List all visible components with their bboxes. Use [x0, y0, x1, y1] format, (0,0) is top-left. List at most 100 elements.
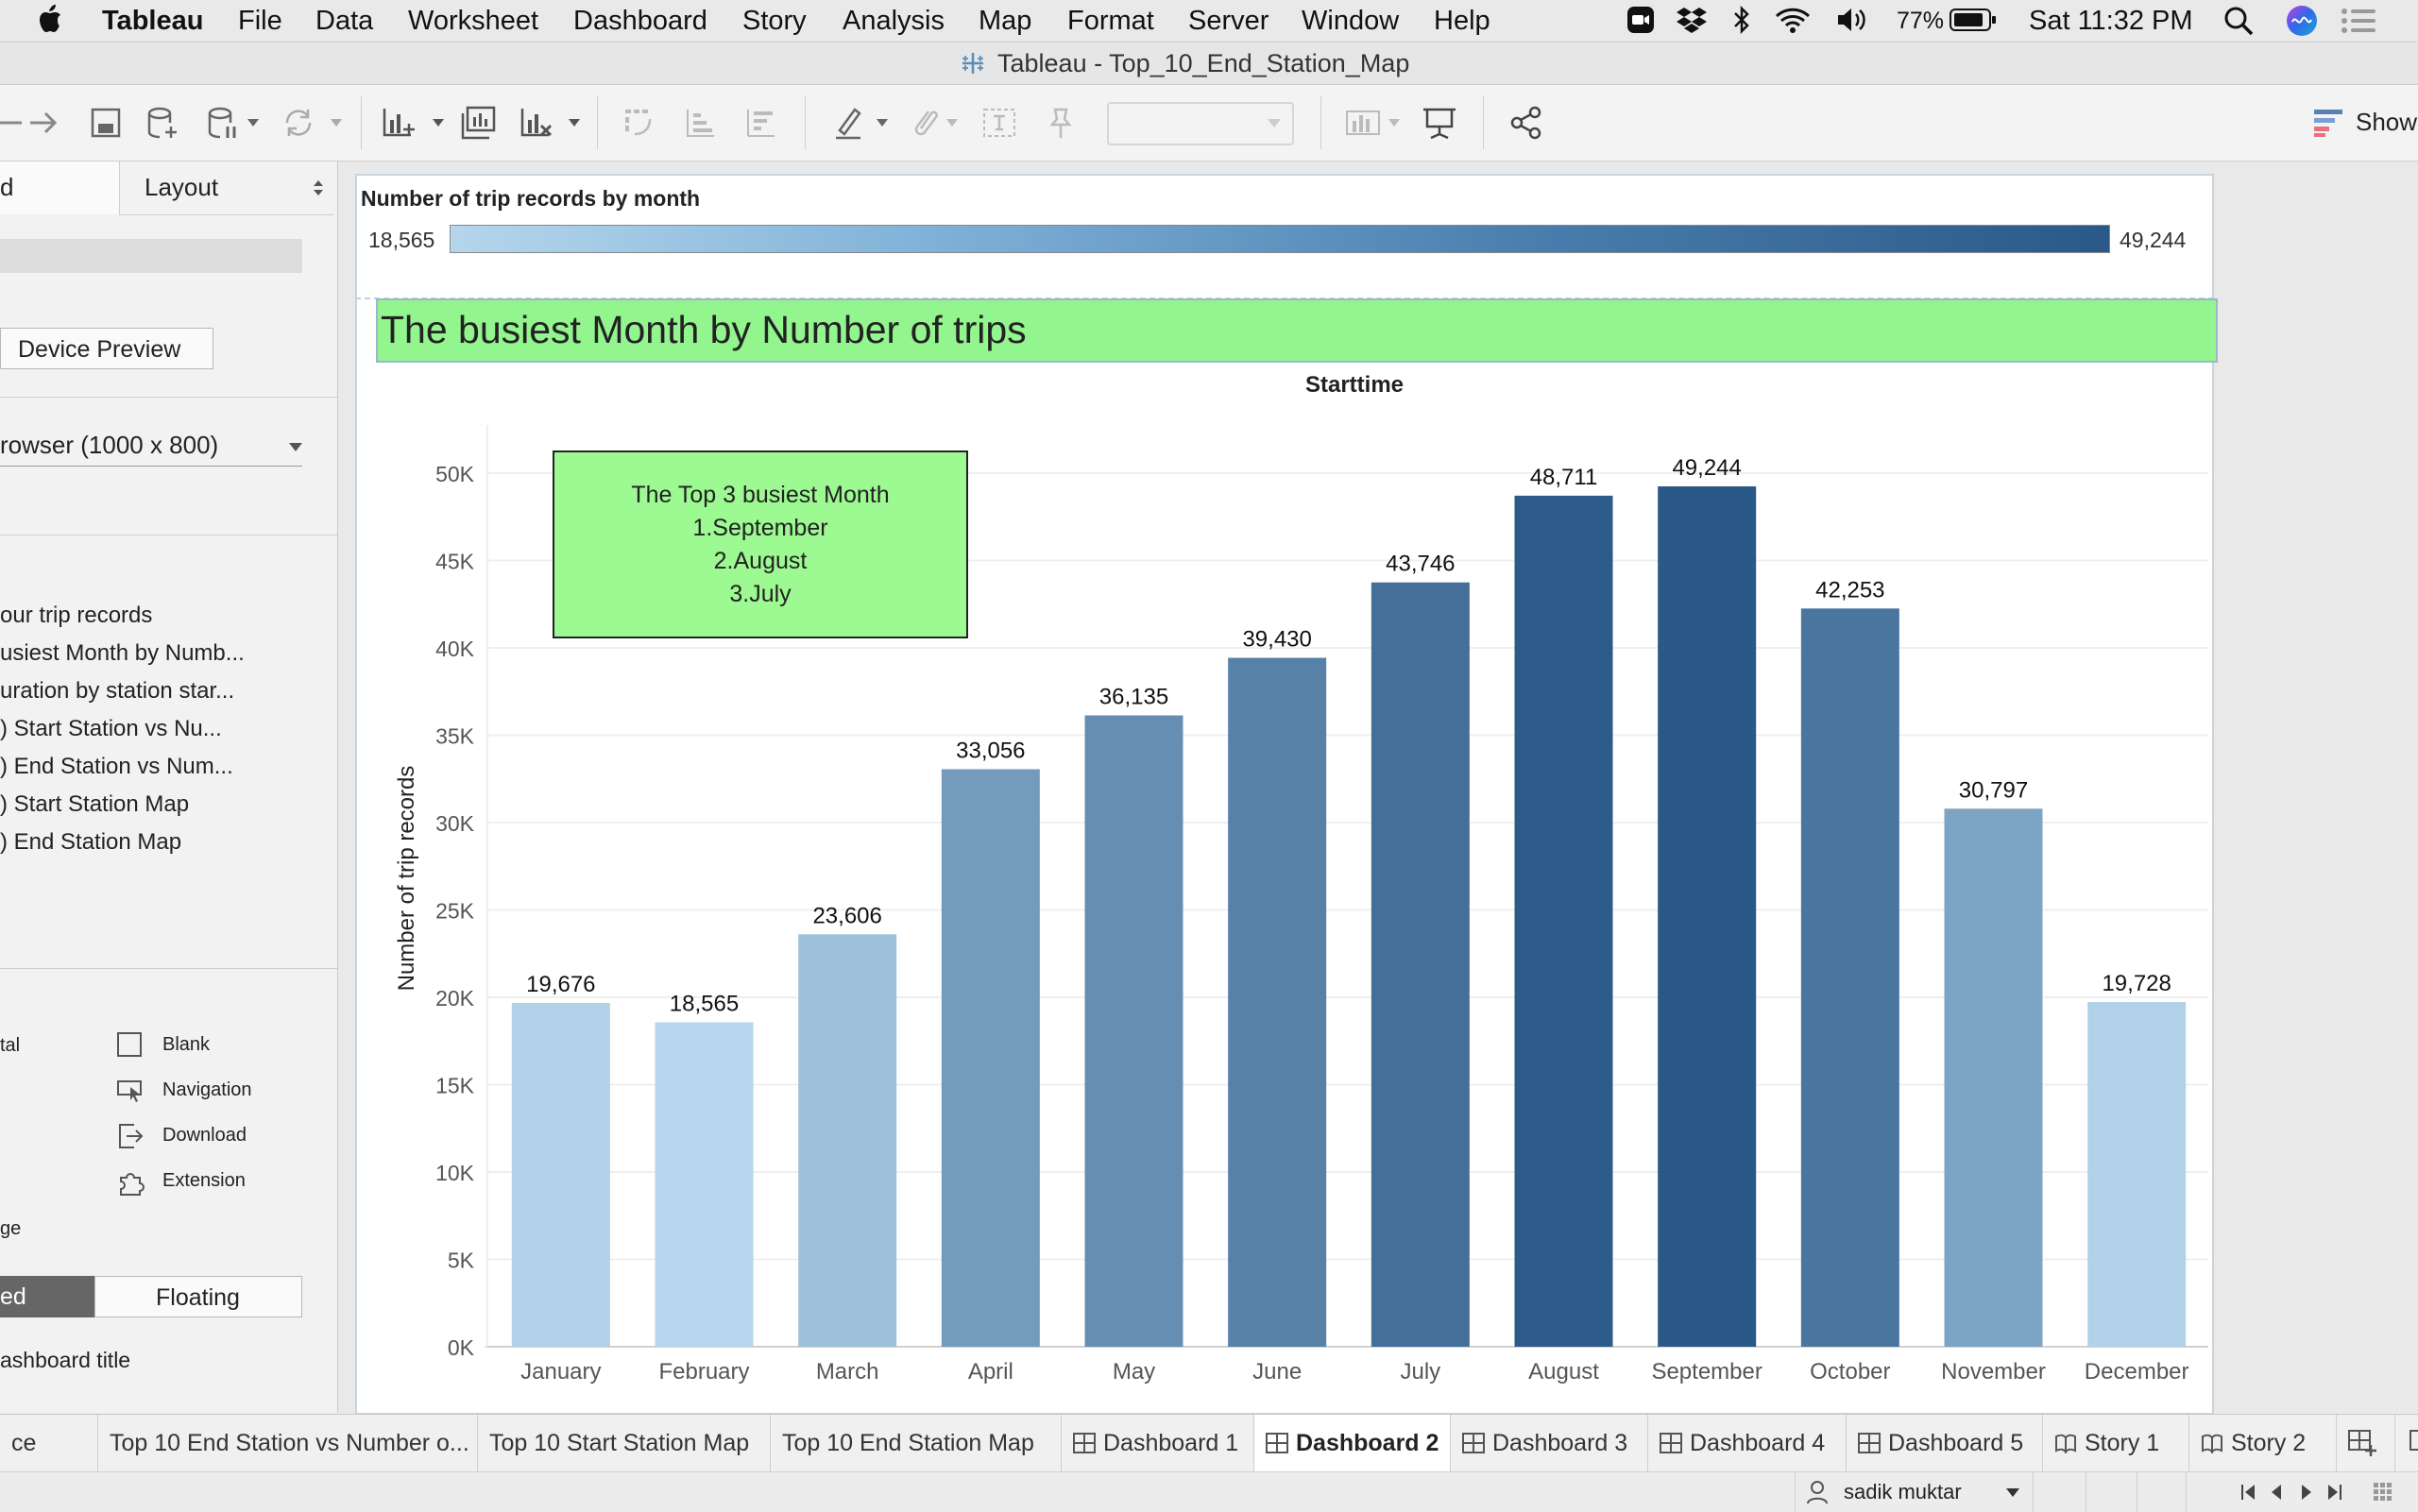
bar-november[interactable]	[1944, 808, 2043, 1347]
sort-ascending-icon[interactable]	[680, 102, 722, 144]
tab-dashboard[interactable]: d	[0, 161, 119, 214]
sheet-tab[interactable]: Dashboard 1	[1062, 1415, 1254, 1471]
chevron-down-icon[interactable]	[943, 102, 962, 144]
last-sheet-icon[interactable]	[2327, 1484, 2342, 1501]
sheet-tab[interactable]: Story 2	[2189, 1415, 2337, 1471]
bluetooth-icon[interactable]	[1732, 5, 1751, 42]
user-name[interactable]: sadik muktar	[1844, 1480, 1962, 1504]
bar-october[interactable]	[1800, 608, 1899, 1347]
bar-march[interactable]	[798, 934, 897, 1347]
first-sheet-icon[interactable]	[2240, 1484, 2256, 1501]
device-preview-button[interactable]: Device Preview	[0, 328, 213, 369]
clear-sheet-icon[interactable]	[516, 102, 557, 144]
chevron-down-icon[interactable]	[429, 102, 448, 144]
show-dashboard-title-checkbox[interactable]: ashboard title	[0, 1348, 130, 1373]
device-layout-bar[interactable]	[0, 239, 302, 273]
menu-worksheet[interactable]: Worksheet	[408, 6, 538, 37]
annotation-box[interactable]: The Top 3 busiest Month 1.September 2.Au…	[553, 450, 968, 638]
sort-descending-icon[interactable]	[741, 102, 782, 144]
sheet-item[interactable]: our trip records	[0, 603, 152, 629]
menu-dashboard[interactable]: Dashboard	[573, 6, 707, 37]
save-icon[interactable]	[85, 102, 127, 144]
spotlight-search-icon[interactable]	[2223, 6, 2254, 43]
volume-icon[interactable]	[1836, 6, 1870, 42]
sheet-tab[interactable]: Dashboard 3	[1451, 1415, 1648, 1471]
blank-object-icon[interactable]	[117, 1032, 142, 1057]
sheet-tab[interactable]: Dashboard 4	[1648, 1415, 1847, 1471]
bar-may[interactable]	[1084, 715, 1183, 1347]
sheet-item[interactable]: usiest Month by Numb...	[0, 640, 245, 667]
bar-june[interactable]	[1228, 657, 1327, 1347]
chevron-down-icon[interactable]	[565, 102, 584, 144]
color-legend-gradient[interactable]	[450, 225, 2110, 253]
zoom-app-icon[interactable]	[1626, 6, 1655, 42]
redo-icon[interactable]	[23, 102, 64, 144]
menu-data[interactable]: Data	[315, 6, 373, 37]
sheet-tab[interactable]: ce	[0, 1415, 98, 1471]
group-members-icon[interactable]	[903, 102, 945, 144]
menu-story[interactable]: Story	[742, 6, 807, 37]
duplicate-sheet-icon[interactable]	[457, 102, 499, 144]
sheet-item[interactable]: ) Start Station Map	[0, 791, 189, 818]
new-worksheet-icon[interactable]	[378, 102, 419, 144]
floating-toggle[interactable]: Floating	[94, 1276, 302, 1317]
object-horizontal-label[interactable]: tal	[0, 1035, 20, 1057]
battery-icon[interactable]	[1950, 8, 1997, 40]
sheet-tab[interactable]: Story 1	[2043, 1415, 2189, 1471]
refresh-icon[interactable]	[278, 102, 319, 144]
fix-axes-pin-icon[interactable]	[1039, 102, 1081, 144]
siri-icon[interactable]	[2286, 5, 2318, 44]
dropbox-icon[interactable]	[1676, 6, 1708, 42]
bar-january[interactable]	[511, 1002, 610, 1347]
presentation-mode-icon[interactable]	[1419, 102, 1460, 144]
bar-april[interactable]	[941, 769, 1040, 1347]
swap-rows-columns-icon[interactable]	[618, 102, 659, 144]
next-sheet-icon[interactable]	[2301, 1484, 2312, 1501]
menu-format[interactable]: Format	[1067, 6, 1154, 37]
menu-analysis[interactable]: Analysis	[843, 6, 945, 37]
show-me-button[interactable]: Show	[2356, 108, 2417, 137]
menu-server[interactable]: Server	[1188, 6, 1269, 37]
sheet-tab[interactable]: Top 10 Start Station Map	[478, 1415, 771, 1471]
sheet-tab[interactable]: Dashboard 5	[1847, 1415, 2043, 1471]
bar-december[interactable]	[2087, 1002, 2187, 1347]
show-filmstrip-icon[interactable]	[2373, 1482, 2393, 1503]
sheet-tab[interactable]: Top 10 End Station Map	[771, 1415, 1062, 1471]
wifi-icon[interactable]	[1774, 6, 1812, 42]
new-story-button[interactable]	[2395, 1415, 2418, 1471]
tiled-toggle[interactable]: ed	[0, 1276, 94, 1317]
chevron-down-icon[interactable]	[2006, 1488, 2019, 1497]
blank-object[interactable]: Blank	[162, 1034, 210, 1056]
notification-center-icon[interactable]	[2341, 8, 2376, 42]
extension-object-icon[interactable]	[117, 1168, 145, 1197]
sheet-item[interactable]: uration by station star...	[0, 678, 234, 705]
show-me-icon[interactable]	[2312, 108, 2344, 143]
app-name-menu[interactable]: Tableau	[102, 6, 203, 37]
clock[interactable]: Sat 11:32 PM	[2029, 6, 2193, 37]
tab-layout[interactable]: Layout	[119, 161, 333, 215]
chevron-down-icon[interactable]	[244, 102, 263, 144]
menu-file[interactable]: File	[238, 6, 282, 37]
new-dashboard-button[interactable]	[2337, 1415, 2395, 1471]
bar-july[interactable]	[1371, 582, 1470, 1347]
sheet-tab[interactable]: Dashboard 2	[1254, 1415, 1451, 1471]
sheet-tab[interactable]: Top 10 End Station vs Number o...	[98, 1415, 478, 1471]
size-dropdown[interactable]: rowser (1000 x 800)	[0, 428, 302, 467]
fit-dropdown[interactable]	[1107, 102, 1294, 145]
share-icon[interactable]	[1506, 102, 1547, 144]
sheet-item[interactable]: ) Start Station vs Nu...	[0, 716, 222, 742]
highlight-pen-icon[interactable]	[827, 102, 869, 144]
previous-sheet-icon[interactable]	[2271, 1484, 2282, 1501]
download-object[interactable]: Download	[162, 1125, 247, 1147]
navigation-object[interactable]: Navigation	[162, 1079, 252, 1101]
chevron-down-icon[interactable]	[327, 102, 346, 144]
bar-september[interactable]	[1658, 485, 1757, 1347]
chevron-down-icon[interactable]	[873, 102, 892, 144]
show-cards-icon[interactable]	[1343, 102, 1385, 144]
show-mark-labels-icon[interactable]	[979, 102, 1020, 144]
bar-february[interactable]	[655, 1022, 754, 1347]
new-data-source-icon[interactable]	[142, 102, 183, 144]
navigation-object-icon[interactable]	[117, 1078, 144, 1102]
apple-icon[interactable]	[38, 4, 62, 42]
extension-object[interactable]: Extension	[162, 1170, 246, 1192]
